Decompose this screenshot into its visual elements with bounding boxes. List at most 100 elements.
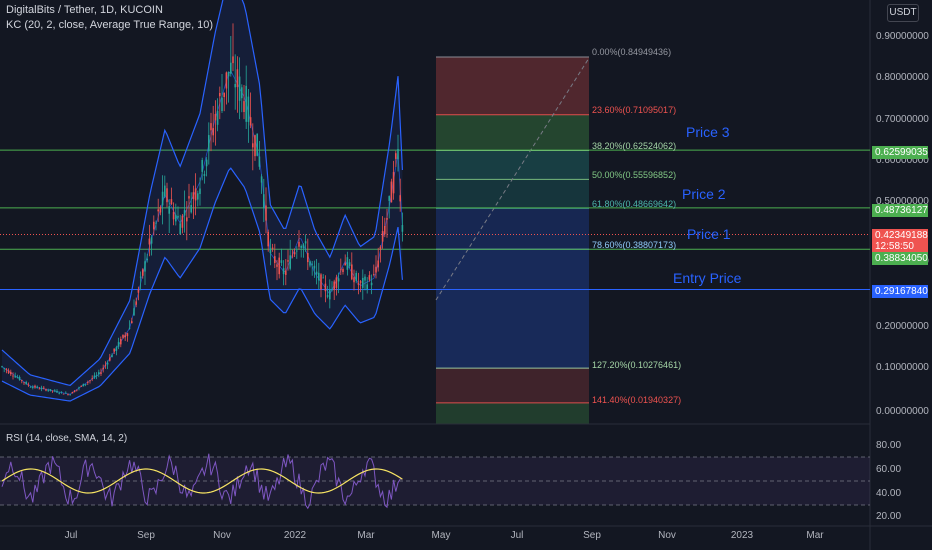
candle-body (254, 135, 256, 157)
time-tick: Jul (510, 530, 524, 541)
time-tick: Jul (64, 530, 78, 541)
candle-body (313, 265, 316, 269)
candle-body (324, 283, 327, 292)
candle-body (247, 96, 250, 122)
rsi-tick: 40.00 (876, 488, 902, 499)
candle-body (194, 188, 197, 201)
candle-body (67, 393, 69, 395)
candle-body (307, 253, 309, 263)
candle-body (238, 76, 241, 101)
candle-body (71, 392, 74, 394)
candle-body (93, 375, 96, 378)
keltner-channel-fill (2, 0, 403, 401)
candle-body (280, 260, 283, 263)
fib-zone (436, 114, 589, 151)
candle-body (23, 382, 25, 384)
candle-body (122, 334, 124, 338)
rsi-label: RSI (14, close, SMA, 14, 2) (6, 433, 128, 444)
candle-body (355, 273, 357, 281)
candle-body (293, 252, 296, 255)
candle-body (84, 384, 87, 385)
candle-body (234, 83, 236, 88)
candle-body (208, 135, 210, 152)
chart-canvas[interactable] (0, 0, 932, 550)
candle-body (401, 225, 404, 232)
candle-body (157, 209, 159, 212)
candle-body (164, 185, 166, 197)
fib-level-label: 127.20%(0.10276461) (592, 360, 682, 370)
candle-body (216, 110, 219, 125)
candle-body (269, 248, 272, 254)
candle-body (302, 244, 305, 248)
entry-price-tag: 0.29167840 (872, 285, 928, 298)
candle-body (153, 221, 155, 230)
candle-body (386, 217, 388, 220)
candle-body (335, 277, 338, 288)
time-tick: Mar (806, 530, 824, 541)
candle-body (322, 277, 324, 279)
candle-body (245, 85, 247, 122)
rsi-tick: 60.00 (876, 464, 902, 475)
candle-body (150, 237, 153, 244)
price-2-annotation[interactable]: Price 2 (682, 186, 726, 202)
candle-body (36, 386, 38, 388)
candle-body (282, 268, 285, 275)
candle-body (214, 113, 217, 121)
candle-body (375, 266, 377, 273)
candle-body (111, 354, 113, 358)
candle-body (170, 199, 173, 204)
time-tick: Nov (658, 530, 676, 541)
candle-body (223, 92, 225, 98)
entry-price-annotation[interactable]: Entry Price (673, 270, 741, 286)
price-1-tag: 0.38834050 (872, 252, 928, 265)
candle-body (54, 390, 56, 392)
candle-body (368, 275, 371, 280)
candle-body (38, 388, 41, 390)
candle-body (381, 230, 384, 242)
candle-body (89, 380, 91, 382)
candle-body (142, 269, 144, 276)
candle-body (175, 214, 177, 222)
fib-zone (436, 150, 589, 180)
candle-body (318, 272, 320, 281)
candle-body (166, 188, 168, 203)
candle-body (300, 245, 302, 248)
time-tick: May (431, 530, 451, 541)
candle-body (117, 341, 120, 347)
rsi-tick: 20.00 (876, 511, 902, 522)
candle-body (126, 333, 129, 337)
candle-body (45, 389, 47, 391)
candle-body (102, 367, 104, 370)
candle-body (243, 101, 245, 113)
candle-body (337, 278, 340, 282)
currency-button[interactable]: USDT (887, 4, 919, 22)
price-1-annotation[interactable]: Price 1 (687, 226, 731, 242)
candle-body (370, 282, 373, 286)
candle-body (47, 390, 49, 391)
candle-body (249, 117, 252, 126)
candle-body (331, 289, 333, 291)
candle-body (212, 128, 214, 136)
candle-body (278, 257, 280, 275)
fib-zone (436, 208, 589, 250)
candle-body (315, 271, 318, 275)
candle-body (155, 222, 157, 224)
fib-zone (436, 402, 589, 424)
candle-body (311, 263, 313, 265)
candle-body (139, 276, 142, 278)
time-tick: Mar (357, 530, 375, 541)
candle-body (146, 258, 148, 261)
price-3-annotation[interactable]: Price 3 (686, 124, 730, 140)
candle-body (14, 375, 16, 378)
candle-body (34, 385, 36, 388)
candle-body (65, 392, 67, 394)
fib-level-label: 141.40%(0.01940327) (592, 395, 682, 405)
candle-body (309, 261, 311, 266)
candle-body (377, 260, 379, 268)
candle-body (135, 301, 137, 305)
candle-body (12, 375, 14, 377)
candle-body (199, 188, 201, 195)
candle-body (384, 225, 386, 235)
candle-body (192, 192, 195, 199)
candle-body (274, 256, 276, 264)
